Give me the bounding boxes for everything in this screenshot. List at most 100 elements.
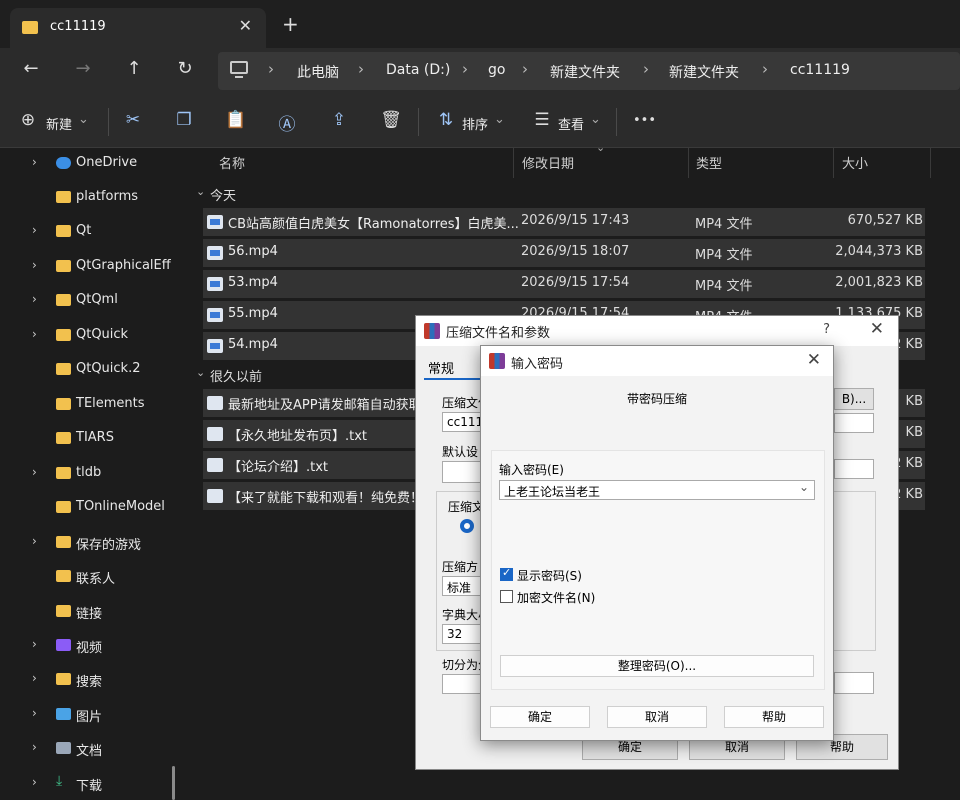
tab-cc11119[interactable]: cc11119 ✕: [10, 8, 266, 48]
file-row[interactable]: 53.mp4 2026/9/15 17:54 MP4 文件 2,001,823 …: [203, 270, 925, 298]
expand-chevron-icon[interactable]: ›: [32, 258, 37, 272]
new-dropdown-icon[interactable]: ⌄: [78, 112, 89, 127]
help-button[interactable]: 帮助: [724, 706, 824, 728]
column-type[interactable]: 类型: [696, 153, 722, 172]
rename-icon[interactable]: Ⓐ: [273, 110, 301, 135]
column-divider[interactable]: [688, 148, 689, 178]
sidebar-item-qtgraphicaleff[interactable]: › QtGraphicalEff: [0, 251, 185, 281]
up-button[interactable]: ↑: [120, 58, 148, 79]
new-button[interactable]: 新建: [46, 114, 72, 133]
sidebar-item-qtqml[interactable]: › QtQml: [0, 285, 185, 315]
column-size[interactable]: 大小: [842, 153, 868, 172]
expand-chevron-icon[interactable]: ›: [32, 292, 37, 306]
forward-button[interactable]: →: [69, 58, 97, 79]
breadcrumb-go[interactable]: go: [488, 62, 505, 78]
split-volumes-unit[interactable]: [834, 672, 874, 694]
breadcrumb-cc11119[interactable]: cc11119: [790, 62, 850, 78]
encrypt-filenames-label[interactable]: 加密文件名(N): [517, 589, 595, 606]
browse-button[interactable]: B)...: [834, 388, 874, 410]
sidebar-item-contacts[interactable]: 联系人: [0, 561, 185, 591]
refresh-button[interactable]: ↻: [171, 58, 199, 79]
show-password-checkbox[interactable]: [500, 566, 513, 581]
archive-name-field[interactable]: cc1111: [442, 412, 482, 432]
expand-chevron-icon[interactable]: ›: [32, 155, 37, 169]
encrypt-filenames-checkbox[interactable]: [500, 590, 513, 603]
dictionary-size-select[interactable]: 32: [442, 624, 482, 644]
expand-chevron-icon[interactable]: ›: [32, 327, 37, 341]
breadcrumb-this-pc[interactable]: 此电脑: [297, 62, 339, 82]
sidebar-item-telements[interactable]: TElements: [0, 389, 185, 419]
sidebar-item-videos[interactable]: › 视频: [0, 630, 185, 660]
file-row[interactable]: CB站高颜值白虎美女【Ramonatorres】白虎美... 2026/9/15…: [203, 208, 925, 236]
expand-chevron-icon[interactable]: ›: [32, 465, 37, 479]
expand-chevron-icon[interactable]: ›: [32, 534, 37, 548]
view-button[interactable]: 查看: [558, 114, 584, 133]
expand-chevron-icon[interactable]: ›: [32, 637, 37, 651]
help-icon[interactable]: ?: [823, 322, 830, 337]
close-icon[interactable]: ✕: [870, 319, 884, 339]
sidebar-item-qtquick2[interactable]: QtQuick.2: [0, 354, 185, 384]
column-divider[interactable]: [833, 148, 834, 178]
view-icon[interactable]: ☰: [528, 110, 556, 130]
tab-general[interactable]: 常规: [428, 358, 454, 377]
sidebar-item-onedrive[interactable]: › OneDrive: [0, 148, 185, 178]
ok-button[interactable]: 确定: [490, 706, 590, 728]
sidebar-item-saved-games[interactable]: › 保存的游戏: [0, 527, 185, 557]
close-icon[interactable]: ✕: [807, 350, 821, 370]
default-settings-field[interactable]: [442, 461, 482, 483]
chevron-down-icon[interactable]: ⌄: [799, 480, 809, 494]
expand-chevron-icon[interactable]: ›: [32, 706, 37, 720]
password-input[interactable]: 上老王论坛当老王: [499, 480, 815, 500]
file-row[interactable]: 56.mp4 2026/9/15 18:07 MP4 文件 2,044,373 …: [203, 239, 925, 267]
expand-chevron-icon[interactable]: ›: [32, 740, 37, 754]
sidebar-item-qtquick[interactable]: › QtQuick: [0, 320, 185, 350]
back-button[interactable]: ←: [17, 58, 45, 79]
expand-chevron-icon[interactable]: ›: [32, 223, 37, 237]
group-long-ago[interactable]: 很久以前: [210, 366, 262, 385]
sidebar-item-tiars[interactable]: TIARS: [0, 423, 185, 453]
delete-icon[interactable]: 🗑: [377, 110, 405, 130]
sort-icon[interactable]: ⇅: [432, 110, 460, 130]
column-name[interactable]: 名称: [219, 153, 245, 172]
sidebar-item-downloads[interactable]: › ⤓ 下载: [0, 768, 185, 798]
view-dropdown-icon[interactable]: ⌄: [590, 112, 601, 127]
sort-dropdown-icon[interactable]: ⌄: [494, 112, 505, 127]
group-collapse-icon[interactable]: ⌄: [196, 185, 205, 198]
sidebar-item-pictures[interactable]: › 图片: [0, 699, 185, 729]
cancel-button[interactable]: 取消: [607, 706, 707, 728]
new-tab-button[interactable]: +: [282, 12, 299, 36]
show-password-label[interactable]: 显示密码(S): [517, 567, 582, 584]
column-divider[interactable]: [930, 148, 931, 178]
sidebar-item-qt[interactable]: › Qt: [0, 216, 185, 246]
more-options-icon[interactable]: •••: [633, 113, 656, 128]
sidebar-item-tonlinemodel[interactable]: TOnlineModel: [0, 492, 185, 522]
archive-name-dropdown[interactable]: [834, 413, 874, 433]
sidebar-item-platforms[interactable]: platforms: [0, 182, 185, 212]
organize-passwords-button[interactable]: 整理密码(O)...: [500, 655, 814, 677]
breadcrumb-data-d[interactable]: Data (D:): [386, 62, 450, 78]
share-icon[interactable]: ⇪: [325, 110, 353, 130]
copy-icon[interactable]: ❐: [170, 110, 198, 130]
compression-method-select[interactable]: 标准: [442, 576, 482, 596]
split-volumes-field[interactable]: [442, 674, 482, 694]
sidebar-item-searches[interactable]: › 搜索: [0, 664, 185, 694]
new-icon[interactable]: ⊕: [14, 110, 42, 130]
expand-chevron-icon[interactable]: ›: [32, 775, 37, 789]
sidebar-item-links[interactable]: 链接: [0, 596, 185, 626]
close-tab-icon[interactable]: ✕: [239, 16, 252, 35]
paste-icon[interactable]: 📋: [222, 110, 250, 130]
sidebar-item-documents[interactable]: › 文档: [0, 733, 185, 763]
expand-chevron-icon[interactable]: ›: [32, 671, 37, 685]
cut-icon[interactable]: ✂: [119, 110, 147, 130]
sort-button[interactable]: 排序: [462, 114, 488, 133]
group-today[interactable]: 今天: [210, 185, 236, 204]
column-date[interactable]: 修改日期: [522, 153, 574, 172]
breadcrumb-new-folder-2[interactable]: 新建文件夹: [669, 62, 739, 82]
column-divider[interactable]: [513, 148, 514, 178]
sidebar-scrollbar[interactable]: [172, 766, 175, 800]
default-settings-dropdown[interactable]: [834, 459, 874, 479]
breadcrumb-new-folder[interactable]: 新建文件夹: [550, 62, 620, 82]
group-collapse-icon[interactable]: ⌄: [196, 366, 205, 379]
format-radio[interactable]: [460, 519, 474, 533]
sidebar-item-tldb[interactable]: › tldb: [0, 458, 185, 488]
